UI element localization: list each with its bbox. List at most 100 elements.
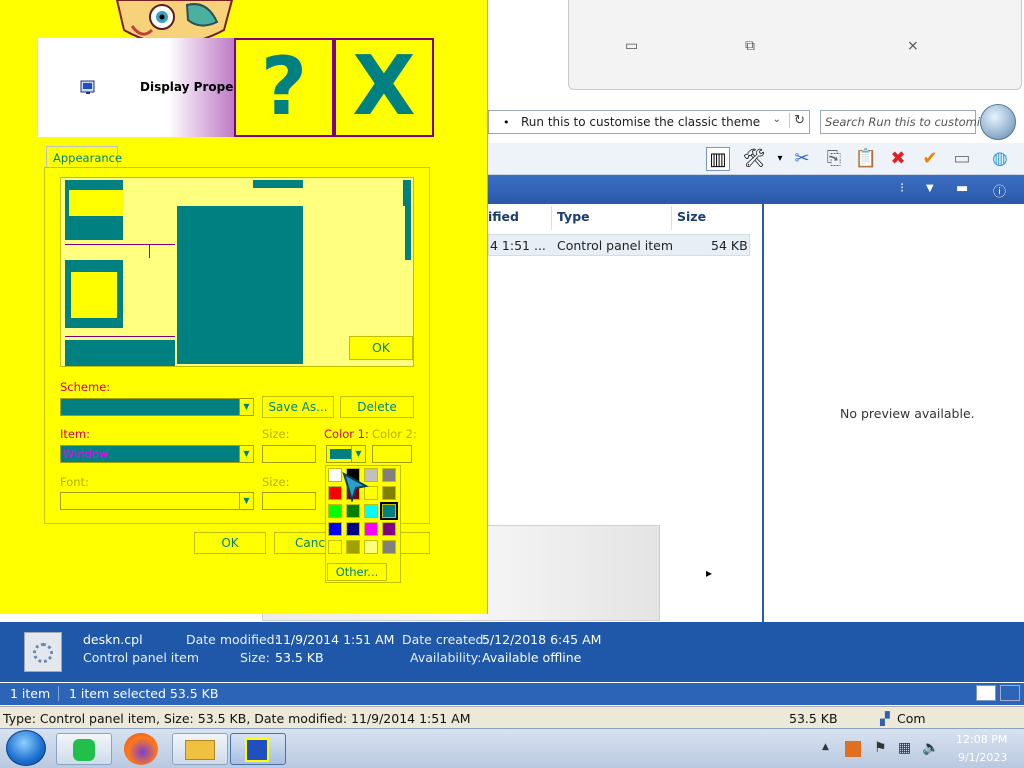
color-swatch[interactable] <box>382 540 396 554</box>
column-separator[interactable] <box>551 206 552 230</box>
color-swatch[interactable] <box>364 522 378 536</box>
column-header-size[interactable]: Size <box>677 209 706 224</box>
font-select[interactable]: ▼ <box>60 492 254 510</box>
chevron-up-icon[interactable]: ▲ <box>822 742 829 752</box>
copy-icon[interactable]: ⎘ <box>822 147 846 171</box>
color2-button[interactable] <box>372 445 412 463</box>
scheme-preview: OK <box>60 177 414 367</box>
other-color-button[interactable]: Other... <box>327 563 387 581</box>
tab-appearance[interactable]: Appearance <box>46 146 122 168</box>
clock-date[interactable]: 9/1/2023 <box>958 751 1007 764</box>
file-icon <box>24 632 62 672</box>
layout-pane-icon[interactable]: ▥ <box>706 147 730 171</box>
column-header-type[interactable]: Type <box>557 209 590 224</box>
search-input[interactable]: Search Run this to customise... <box>820 110 1004 134</box>
info-bar: Type: Control panel item, Size: 53.5 KB,… <box>0 706 1024 728</box>
chevron-down-icon[interactable]: ⌄ <box>773 114 781 125</box>
details-date-modified: 11/9/2014 1:51 AM <box>275 632 395 647</box>
clock-time[interactable]: 12:08 PM <box>956 733 1007 746</box>
color1-button[interactable]: ▼ <box>326 445 366 463</box>
info-zone: Com <box>897 711 926 726</box>
color-swatch[interactable] <box>328 540 342 554</box>
color-swatch[interactable] <box>328 504 342 518</box>
close-button[interactable]: X <box>334 38 434 137</box>
row-type: Control panel item <box>557 238 674 253</box>
color-swatch[interactable] <box>346 504 360 518</box>
flag-icon[interactable]: ⚑ <box>874 740 887 756</box>
item-size-spinner[interactable] <box>262 445 316 463</box>
status-items: 1 item <box>10 686 51 701</box>
column-separator[interactable] <box>671 206 672 230</box>
taskbar-app-explorer[interactable] <box>172 733 228 765</box>
cut-icon[interactable]: ✂ <box>790 147 814 171</box>
paste-icon[interactable]: 📋 <box>854 147 878 171</box>
color-swatch[interactable] <box>328 522 342 536</box>
preview-ok-button: OK <box>349 336 413 360</box>
details-size: 53.5 KB <box>275 650 324 665</box>
background-window-caption: ▭ ⧉ ⨯ <box>568 0 1022 90</box>
properties-icon[interactable]: ▭ <box>950 147 974 171</box>
color-swatch[interactable] <box>380 502 398 520</box>
chevron-down-icon[interactable]: ▼ <box>926 183 934 194</box>
save-as-button[interactable]: Save As... <box>262 396 334 418</box>
taskbar-app-display-properties[interactable] <box>230 733 286 765</box>
network-icon[interactable]: ▦ <box>898 740 911 756</box>
taskbar-app-notes[interactable] <box>56 733 112 765</box>
restore-icon[interactable]: ⧉ <box>745 38 755 54</box>
details-date-created: 5/12/2018 6:45 AM <box>482 632 602 647</box>
color-swatch[interactable] <box>382 522 396 536</box>
breadcrumb-bullet-icon: • <box>503 116 510 129</box>
color-swatch[interactable] <box>382 486 396 500</box>
tray-app-icon[interactable] <box>845 741 861 757</box>
details-view-icon[interactable] <box>976 685 996 701</box>
address-text: Run this to customise the classic theme <box>521 115 761 129</box>
minimize-icon[interactable]: ▭ <box>625 38 638 54</box>
apply-button[interactable] <box>398 532 430 554</box>
cancel-button[interactable]: Cance <box>274 532 332 554</box>
color-swatch[interactable] <box>346 540 360 554</box>
search-icon[interactable] <box>980 104 1016 140</box>
check-icon[interactable]: ✔ <box>918 147 942 171</box>
preview-pane-icon[interactable]: ▬ <box>956 181 968 196</box>
refresh-icon[interactable]: ↻ <box>789 113 805 128</box>
row-size: 54 KB <box>711 238 748 253</box>
chevron-down-icon[interactable]: ▾ <box>768 147 792 171</box>
item-select[interactable]: Window ▼ <box>60 445 254 463</box>
delete-button[interactable]: Delete <box>340 396 414 418</box>
volume-icon[interactable]: 🔈 <box>922 740 939 756</box>
color-swatch[interactable] <box>328 486 342 500</box>
preview-window-body <box>177 206 303 364</box>
tools-icon[interactable]: 🛠 <box>742 147 766 171</box>
firefox-icon[interactable] <box>124 733 158 765</box>
info-size: 53.5 KB <box>789 711 838 726</box>
close-icon[interactable]: ⨯ <box>907 38 919 54</box>
help-button[interactable]: ? <box>234 38 334 137</box>
chevron-down-icon: ▼ <box>239 446 253 462</box>
color-swatch[interactable] <box>382 468 396 482</box>
scheme-select[interactable]: ▼ <box>60 398 254 416</box>
details-availability: Available offline <box>482 650 582 665</box>
large-icons-view-icon[interactable] <box>1000 685 1020 701</box>
display-properties-icon <box>80 80 95 94</box>
item-select-value: Window <box>63 447 109 461</box>
color-swatch[interactable] <box>364 540 378 554</box>
chevron-down-icon: ▼ <box>239 493 253 509</box>
status-selected: 1 item selected 53.5 KB <box>58 686 218 701</box>
color-swatch[interactable] <box>346 522 360 536</box>
color-swatch[interactable] <box>364 504 378 518</box>
address-bar[interactable]: • Run this to customise the classic them… <box>488 110 810 134</box>
globe-icon[interactable]: ◍ <box>988 147 1012 171</box>
font-size-select[interactable] <box>262 492 316 510</box>
start-button[interactable] <box>6 730 46 766</box>
ok-button[interactable]: OK <box>194 532 266 554</box>
color1-label: Color 1: <box>324 427 369 441</box>
mouse-pointer-icon <box>342 472 369 502</box>
row-date: 4 1:51 ... <box>490 238 546 253</box>
color-swatch[interactable] <box>328 468 342 482</box>
view-options-icon[interactable]: ⁝ <box>900 181 904 196</box>
font-label: Font: <box>60 475 89 489</box>
help-icon[interactable]: ⓘ <box>993 181 1006 200</box>
column-header-date[interactable]: ified <box>488 209 519 224</box>
delete-icon[interactable]: ✖ <box>886 147 910 171</box>
scheme-label: Scheme: <box>60 380 111 394</box>
